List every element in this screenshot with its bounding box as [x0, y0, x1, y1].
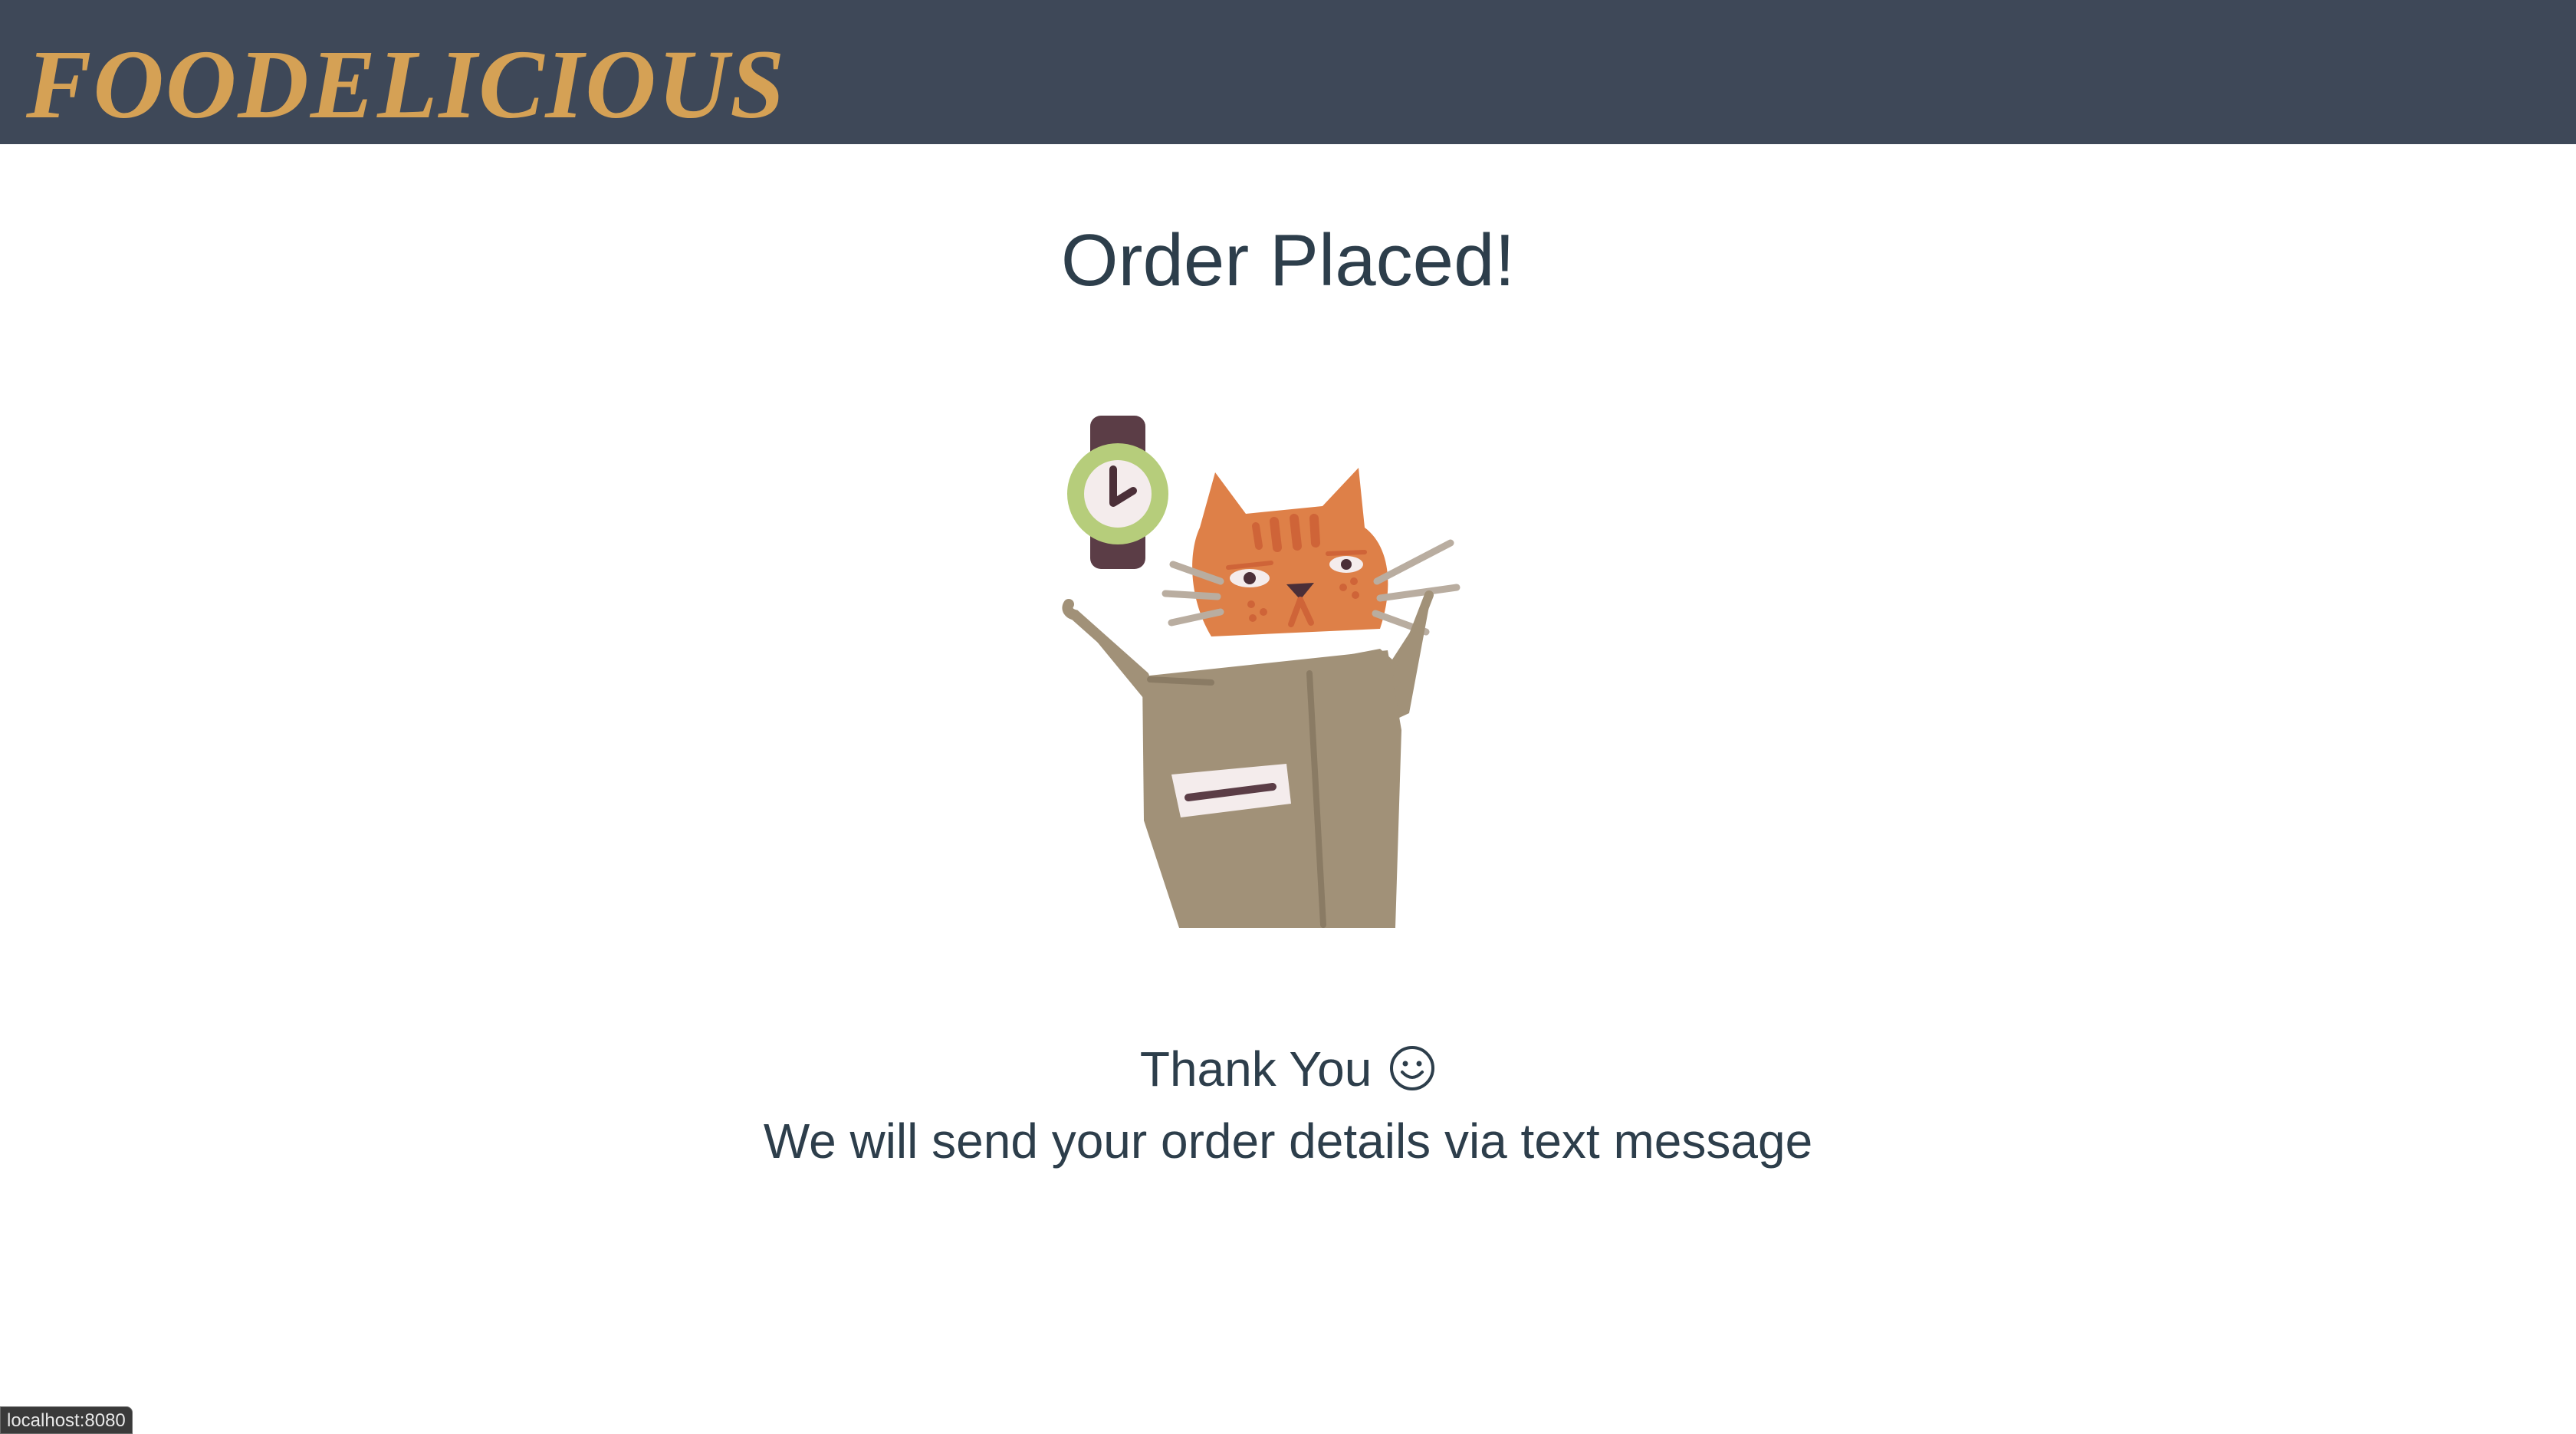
smiley-face-icon	[1390, 1046, 1435, 1090]
page-title: Order Placed!	[1060, 219, 1516, 301]
browser-status-url: localhost:8080	[0, 1406, 133, 1434]
brand-logo[interactable]: FOODELICIOUS	[26, 29, 786, 140]
thank-you-line: Thank You	[0, 1037, 2576, 1101]
navbar: FOODELICIOUS	[0, 0, 2576, 144]
cat-head	[1162, 468, 1460, 636]
thank-you-text: Thank You	[1139, 1041, 1372, 1097]
confirmation-message: We will send your order details via text…	[763, 1113, 1813, 1169]
cat-in-box-illustration	[1062, 416, 1460, 928]
watch-icon	[1067, 416, 1168, 569]
cardboard-box	[1062, 590, 1434, 928]
